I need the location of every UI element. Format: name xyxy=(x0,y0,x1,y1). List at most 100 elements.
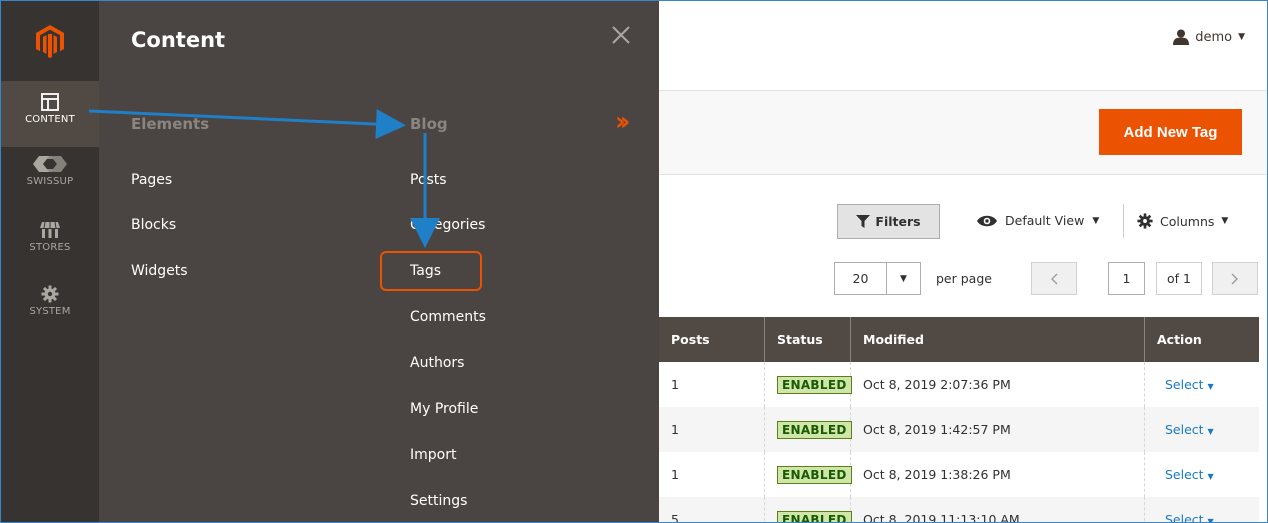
status-badge: ENABLED xyxy=(777,510,852,522)
cell-modified: Oct 8, 2019 11:13:10 AM xyxy=(851,497,1145,522)
chevron-down-icon: ▼ xyxy=(1207,427,1214,436)
cell-action: Select ▼ xyxy=(1145,362,1259,407)
columns-dropdown[interactable]: Columns ▼ xyxy=(1137,213,1228,229)
layout-icon xyxy=(41,93,59,111)
page-actions-bar: Add New Tag xyxy=(659,91,1267,175)
grid-header-row: Posts Status Modified Action xyxy=(659,317,1259,362)
admin-sidebar: CONTENT SWISSUP STORES SYSTEM xyxy=(1,1,99,522)
sidebar-item-label: STORES xyxy=(29,242,71,253)
eye-icon xyxy=(977,215,997,226)
cell-status: ENABLED xyxy=(765,362,852,407)
cell-posts: 1 xyxy=(659,407,765,452)
default-view-label: Default View xyxy=(1005,213,1085,228)
admin-window: CONTENT SWISSUP STORES SYSTEM Content El… xyxy=(0,0,1268,523)
menu-link-widgets[interactable]: Widgets xyxy=(131,263,188,279)
tags-highlight-box xyxy=(380,251,482,291)
cell-posts: 5 xyxy=(659,497,765,522)
menu-link-authors[interactable]: Authors xyxy=(410,355,464,371)
cell-posts: 1 xyxy=(659,452,765,497)
table-row: 1 ENABLED Oct 8, 2019 1:38:26 PM Select … xyxy=(659,452,1259,497)
next-page-button[interactable] xyxy=(1212,262,1258,295)
per-page-value: 20 xyxy=(835,263,887,294)
menu-link-blocks[interactable]: Blocks xyxy=(131,217,176,233)
sidebar-item-swissup[interactable]: SWISSUP xyxy=(1,155,99,211)
user-name: demo xyxy=(1195,29,1233,45)
select-label: Select xyxy=(1165,422,1204,437)
status-badge: ENABLED xyxy=(777,420,852,439)
row-action-select[interactable]: Select ▼ xyxy=(1165,512,1214,523)
menu-link-categories[interactable]: Categories xyxy=(410,217,485,233)
menu-link-pages[interactable]: Pages xyxy=(131,172,172,188)
magento-logo[interactable] xyxy=(1,1,99,81)
cell-modified: Oct 8, 2019 2:07:36 PM xyxy=(851,362,1145,407)
column-header-posts[interactable]: Posts xyxy=(659,317,765,362)
per-page-select[interactable]: 20 ▼ xyxy=(834,262,921,295)
cell-modified: Oct 8, 2019 1:42:57 PM xyxy=(851,407,1145,452)
filters-label: Filters xyxy=(875,214,921,229)
page-number-input[interactable]: 1 xyxy=(1108,262,1145,295)
filters-button[interactable]: Filters xyxy=(837,204,940,239)
status-badge: ENABLED xyxy=(777,375,852,394)
sidebar-item-content[interactable]: CONTENT xyxy=(1,81,99,147)
close-icon[interactable] xyxy=(609,23,633,47)
sidebar-item-stores[interactable]: STORES xyxy=(1,221,99,277)
cell-action: Select ▼ xyxy=(1145,497,1259,523)
sidebar-item-system[interactable]: SYSTEM xyxy=(1,285,99,341)
status-badge: ENABLED xyxy=(777,465,852,484)
menu-heading-blog: Blog xyxy=(410,115,448,133)
page-count: of 1 xyxy=(1156,262,1202,295)
previous-page-button[interactable] xyxy=(1031,262,1077,295)
menu-title: Content xyxy=(131,28,226,52)
gear-icon xyxy=(1137,213,1153,229)
admin-header: demo ▼ xyxy=(659,1,1267,91)
double-chevron-right-icon[interactable]: ›› xyxy=(615,107,631,137)
select-label: Select xyxy=(1165,512,1204,523)
menu-link-import[interactable]: Import xyxy=(410,447,456,463)
user-icon xyxy=(1173,29,1190,45)
chevron-down-icon: ▼ xyxy=(1238,32,1245,42)
menu-link-comments[interactable]: Comments xyxy=(410,309,486,325)
chevron-down-icon: ▼ xyxy=(1207,517,1214,523)
table-row: 5 ENABLED Oct 8, 2019 11:13:10 AM Select… xyxy=(659,497,1259,523)
swissup-icon xyxy=(33,156,67,172)
store-icon xyxy=(40,221,60,238)
cell-posts: 1 xyxy=(659,362,765,407)
menu-heading-elements: Elements xyxy=(131,115,210,133)
per-page-label: per page xyxy=(936,271,992,286)
row-action-select[interactable]: Select ▼ xyxy=(1165,422,1214,437)
column-header-action: Action xyxy=(1157,332,1202,347)
cell-modified: Oct 8, 2019 1:38:26 PM xyxy=(851,452,1145,497)
cell-status: ENABLED xyxy=(765,497,852,522)
columns-label: Columns xyxy=(1160,213,1215,229)
menu-link-posts[interactable]: Posts xyxy=(410,172,447,188)
content-menu-panel: Content Elements Pages Blocks Widgets Bl… xyxy=(99,1,659,522)
column-header-status[interactable]: Status xyxy=(765,317,851,362)
toolbar-divider xyxy=(1123,204,1124,238)
table-row: 1 ENABLED Oct 8, 2019 1:42:57 PM Select … xyxy=(659,407,1259,452)
select-label: Select xyxy=(1165,377,1204,392)
default-view-dropdown[interactable]: Default View ▼ xyxy=(977,213,1099,228)
row-action-select[interactable]: Select ▼ xyxy=(1165,377,1214,392)
menu-link-my-profile[interactable]: My Profile xyxy=(410,401,478,417)
column-header-modified[interactable]: Modified xyxy=(851,317,1145,362)
chevron-down-icon: ▼ xyxy=(1207,382,1214,391)
row-action-select[interactable]: Select ▼ xyxy=(1165,467,1214,482)
cell-action: Select ▼ xyxy=(1145,407,1259,452)
chevron-down-icon[interactable]: ▼ xyxy=(887,263,920,294)
chevron-right-icon xyxy=(1231,273,1238,284)
chevron-down-icon: ▼ xyxy=(1092,215,1100,226)
chevron-down-icon: ▼ xyxy=(1207,472,1214,481)
user-menu[interactable]: demo ▼ xyxy=(1173,29,1245,45)
select-label: Select xyxy=(1165,467,1204,482)
sidebar-item-label: CONTENT xyxy=(25,114,75,125)
cell-action: Select ▼ xyxy=(1145,452,1259,497)
main-content: demo ▼ Add New Tag Filters Default View … xyxy=(659,1,1267,523)
sidebar-item-label: SYSTEM xyxy=(29,306,71,317)
filter-icon xyxy=(856,215,871,228)
table-row: 1 ENABLED Oct 8, 2019 2:07:36 PM Select … xyxy=(659,362,1259,407)
chevron-left-icon xyxy=(1051,273,1058,284)
add-new-tag-button[interactable]: Add New Tag xyxy=(1099,109,1242,155)
menu-link-settings[interactable]: Settings xyxy=(410,493,467,509)
cell-status: ENABLED xyxy=(765,407,852,452)
cell-status: ENABLED xyxy=(765,452,852,497)
